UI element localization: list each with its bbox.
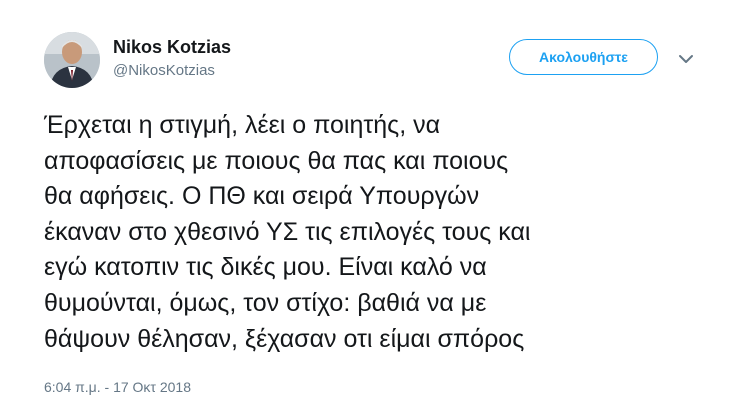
author-handle[interactable]: @NikosKotzias [113, 62, 215, 80]
tweet-card: Nikos Kotzias @NikosKotzias Ακολουθήστε … [0, 0, 735, 412]
follow-button[interactable]: Ακολουθήστε [509, 39, 658, 75]
author-name[interactable]: Nikos Kotzias [113, 36, 231, 58]
profile-photo-icon [44, 32, 100, 88]
chevron-down-icon[interactable] [678, 52, 694, 64]
tweet-text: Έρχεται η στιγμή, λέει ο ποιητής, να απο… [44, 111, 531, 353]
tweet-timestamp[interactable]: 6:04 π.μ. - 17 Οκτ 2018 [44, 378, 191, 396]
avatar[interactable] [44, 32, 100, 88]
